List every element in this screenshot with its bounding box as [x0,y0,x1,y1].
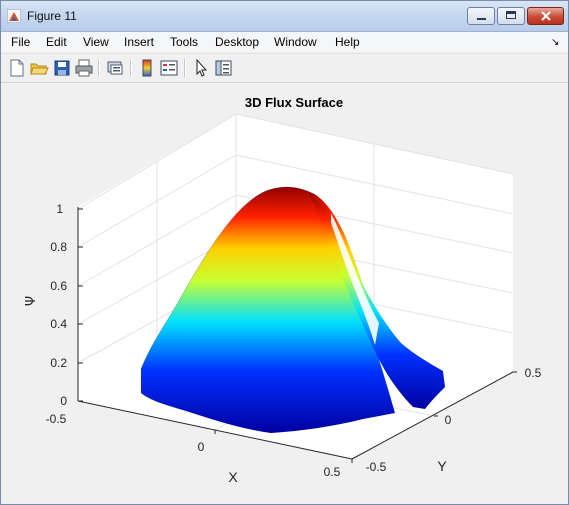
x-axis-label: X [228,469,238,485]
z-tick-label: 0.4 [50,317,67,331]
menu-tools[interactable]: Tools [170,35,198,49]
figure-toolbar [1,53,568,83]
z-tick-label: 0.2 [50,356,67,370]
chart-title: 3D Flux Surface [245,95,343,110]
z-tick-label: 0.6 [50,279,67,293]
menu-desktop[interactable]: Desktop [215,35,259,49]
y-tick-label: 0.5 [525,366,542,380]
dock-arrow-icon[interactable]: ↘ [551,37,559,48]
property-editor-icon[interactable] [213,58,233,78]
maximize-button[interactable] [497,7,525,25]
legend-icon[interactable] [159,58,179,78]
y-tick-label: -0.5 [366,460,387,474]
x-tick-label: 0.5 [324,465,341,479]
colorbar-icon[interactable] [137,58,157,78]
close-button[interactable] [527,7,564,25]
menu-edit[interactable]: Edit [46,35,67,49]
menu-bar: File Edit View Insert Tools Desktop Wind… [1,32,568,52]
menu-insert[interactable]: Insert [124,35,154,49]
menu-file[interactable]: File [11,35,30,49]
pointer-icon[interactable] [191,58,211,78]
menu-window[interactable]: Window [274,35,317,49]
z-tick-label: 1 [56,202,63,216]
toolbar-separator [184,59,186,77]
x-tick-label: 0 [198,440,205,454]
maximize-icon [506,11,516,19]
minimize-button[interactable] [467,7,495,25]
open-file-icon[interactable] [29,58,49,78]
x-tick-label: -0.5 [46,412,67,426]
print-preview-icon[interactable] [105,58,125,78]
title-bar[interactable]: Figure 11 [1,1,568,32]
z-axis-label: Ψ [24,296,39,306]
save-icon[interactable] [52,58,72,78]
toolbar-separator [130,59,132,77]
z-tick-label: 0.8 [50,240,67,254]
window-title: Figure 11 [27,9,77,23]
menu-view[interactable]: View [83,35,109,49]
y-axis-label: Y [437,458,447,474]
new-figure-icon[interactable] [7,58,27,78]
y-tick-label: 0 [445,413,452,427]
toolbar-separator [98,59,100,77]
figure-canvas: 3D Flux Surface 0 0.2 0.4 0.6 0.8 1 -0.5… [24,95,542,485]
matlab-figure-icon [7,9,21,23]
close-icon [541,11,551,21]
figure-window: Figure 11 File Edit View Insert Tools De… [0,0,569,505]
minimize-icon [477,18,486,20]
z-tick-label: 0 [60,394,67,408]
print-icon[interactable] [74,58,94,78]
menu-help[interactable]: Help [335,35,360,49]
